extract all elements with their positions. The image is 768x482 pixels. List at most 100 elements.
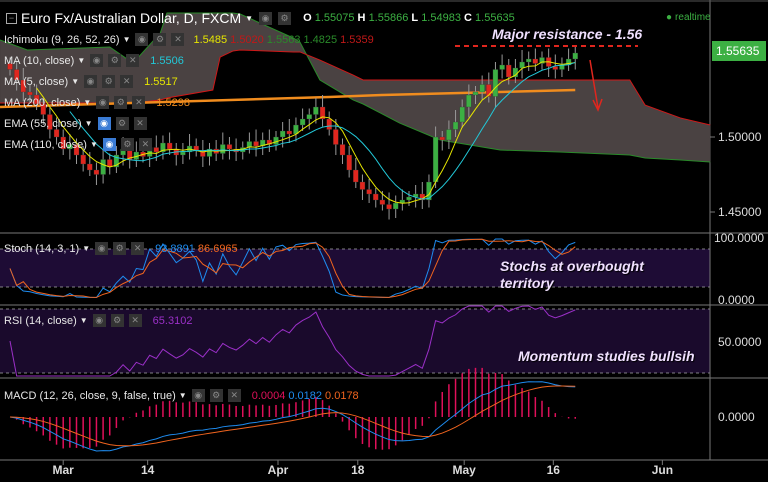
macd-hist-value: 0.0004	[251, 389, 286, 402]
dot-icon: ●	[666, 12, 673, 23]
ma10-label: MA (10, close)	[4, 54, 75, 67]
gear-icon[interactable]: ⚙	[153, 33, 167, 46]
realtime-indicator: ● realtime	[666, 12, 711, 23]
gear-icon[interactable]: ⚙	[120, 138, 134, 151]
candle-body	[366, 189, 372, 195]
chevron-down-icon[interactable]: ▼	[123, 35, 131, 44]
candle-body	[153, 147, 159, 153]
candle-body	[373, 193, 379, 201]
ema55-label: EMA (55, close)	[4, 117, 82, 130]
candle-body	[492, 69, 499, 97]
visibility-icon[interactable]: ◉	[135, 33, 149, 46]
visibility-icon[interactable]: ◉	[95, 242, 109, 255]
candle-body	[532, 58, 538, 64]
ma10-value: 1.5506	[150, 54, 184, 67]
visibility-icon[interactable]: ◉	[84, 75, 98, 88]
annotation-resistance: Major resistance - 1.56	[492, 26, 643, 42]
x-axis-label: 14	[140, 463, 155, 477]
chevron-down-icon[interactable]: ▼	[179, 391, 187, 400]
annotation-momentum: Momentum studies bullsih	[518, 348, 695, 364]
close-label: C	[464, 12, 472, 24]
legend-ema55[interactable]: EMA (55, close) ▼ ◉ ⚙ ✕	[4, 117, 147, 130]
chevron-down-icon[interactable]: ▼	[83, 98, 91, 107]
legend-stoch[interactable]: Stoch (14, 3, 1) ▼ ◉ ⚙ ✕ 93.8891 86.6965	[4, 242, 238, 255]
candle-body	[439, 136, 445, 141]
gear-icon[interactable]: ⚙	[108, 54, 122, 67]
candle-body	[253, 141, 259, 147]
candle-body	[506, 64, 512, 78]
close-icon[interactable]: ✕	[132, 96, 146, 109]
legend-macd[interactable]: MACD (12, 26, close, 9, false, true) ▼ ◉ ⚙ ✕…	[4, 389, 359, 402]
rsi-label: RSI (14, close)	[4, 314, 77, 327]
close-icon[interactable]: ✕	[138, 138, 152, 151]
macd-label: MACD (12, 26, close, 9, false, true)	[4, 389, 176, 402]
legend-ema110[interactable]: EMA (110, close) ▼ ◉ ⚙ ✕	[4, 138, 152, 151]
candle-body	[353, 169, 359, 183]
visibility-icon[interactable]: ◉	[92, 314, 106, 327]
candle-body	[313, 106, 319, 115]
macd-signal-value: 0.0178	[325, 389, 359, 402]
close-icon[interactable]: ✕	[171, 33, 185, 46]
collapse-icon[interactable]: −	[6, 12, 17, 24]
candle-body	[499, 64, 505, 70]
high-value: 1.55866	[368, 12, 409, 24]
visibility-icon[interactable]: ◉	[259, 11, 273, 25]
visibility-icon[interactable]: ◉	[97, 117, 111, 130]
ma200-label: MA (200, close)	[4, 96, 81, 109]
close-icon[interactable]: ✕	[227, 389, 241, 402]
ma5-value: 1.5517	[144, 75, 178, 88]
candle-body	[459, 106, 465, 123]
candle-body	[572, 52, 578, 60]
candle-body	[359, 181, 366, 190]
gear-icon[interactable]: ⚙	[115, 117, 129, 130]
close-icon[interactable]: ✕	[128, 314, 142, 327]
candle-body	[93, 169, 100, 175]
low-value: 1.54983	[421, 12, 461, 24]
legend-rsi[interactable]: RSI (14, close) ▼ ◉ ⚙ ✕ 65.3102	[4, 314, 192, 327]
visibility-icon[interactable]: ◉	[90, 54, 104, 67]
macd-value: 0.0182	[288, 389, 323, 402]
chart-canvas[interactable]	[0, 0, 768, 482]
gear-icon[interactable]: ⚙	[102, 75, 116, 88]
visibility-icon[interactable]: ◉	[102, 138, 116, 151]
visibility-icon[interactable]: ◉	[191, 389, 205, 402]
gear-icon[interactable]: ⚙	[278, 11, 292, 25]
candle-body	[220, 144, 226, 154]
candle-body	[87, 163, 93, 171]
candle-body	[53, 129, 60, 138]
visibility-icon[interactable]: ◉	[96, 96, 110, 109]
candle-body	[333, 129, 339, 145]
gear-icon[interactable]: ⚙	[110, 314, 124, 327]
chevron-down-icon[interactable]: ▼	[85, 119, 93, 128]
close-icon[interactable]: ✕	[120, 75, 134, 88]
candle-body	[446, 129, 452, 141]
ichimoku-value-3: 1.5563	[266, 33, 301, 46]
legend-ma10[interactable]: MA (10, close) ▼ ◉ ⚙ ✕ 1.5506	[4, 54, 184, 67]
close-icon[interactable]: ✕	[133, 117, 147, 130]
chevron-down-icon[interactable]: ▼	[71, 77, 79, 86]
stoch-label: Stoch (14, 3, 1)	[4, 242, 80, 255]
legend-ichimoku[interactable]: Ichimoku (9, 26, 52, 26) ▼ ◉ ⚙ ✕ 1.5485 1.502…	[4, 33, 374, 46]
chevron-down-icon[interactable]: ▼	[90, 140, 98, 149]
open-label: O	[303, 12, 312, 24]
gear-icon[interactable]: ⚙	[209, 389, 223, 402]
chevron-down-icon[interactable]: ▼	[82, 244, 90, 253]
candle-body	[339, 144, 346, 156]
stoch-tick: 0.0000	[718, 293, 755, 307]
x-axis-label: May	[452, 463, 476, 477]
candle-body	[226, 144, 233, 150]
x-axis-label: Apr	[267, 463, 289, 477]
candle-body	[472, 91, 479, 96]
close-icon[interactable]: ✕	[126, 54, 140, 67]
legend-ma5[interactable]: MA (5, close) ▼ ◉ ⚙ ✕ 1.5517	[4, 75, 178, 88]
chevron-down-icon[interactable]: ▼	[80, 316, 88, 325]
gear-icon[interactable]: ⚙	[113, 242, 127, 255]
legend-ma200[interactable]: MA (200, close) ▼ ◉ ⚙ ✕ 1.5298	[4, 96, 190, 109]
chevron-down-icon[interactable]: ▼	[77, 56, 85, 65]
close-icon[interactable]: ✕	[131, 242, 145, 255]
current-price-tag: 1.55635	[712, 41, 766, 61]
chevron-down-icon[interactable]: ▼	[245, 14, 253, 23]
gear-icon[interactable]: ⚙	[114, 96, 128, 109]
ichimoku-value-1: 1.5485	[193, 33, 228, 46]
symbol-title[interactable]: Euro Fx/Australian Dollar, D, FXCM	[21, 10, 241, 26]
